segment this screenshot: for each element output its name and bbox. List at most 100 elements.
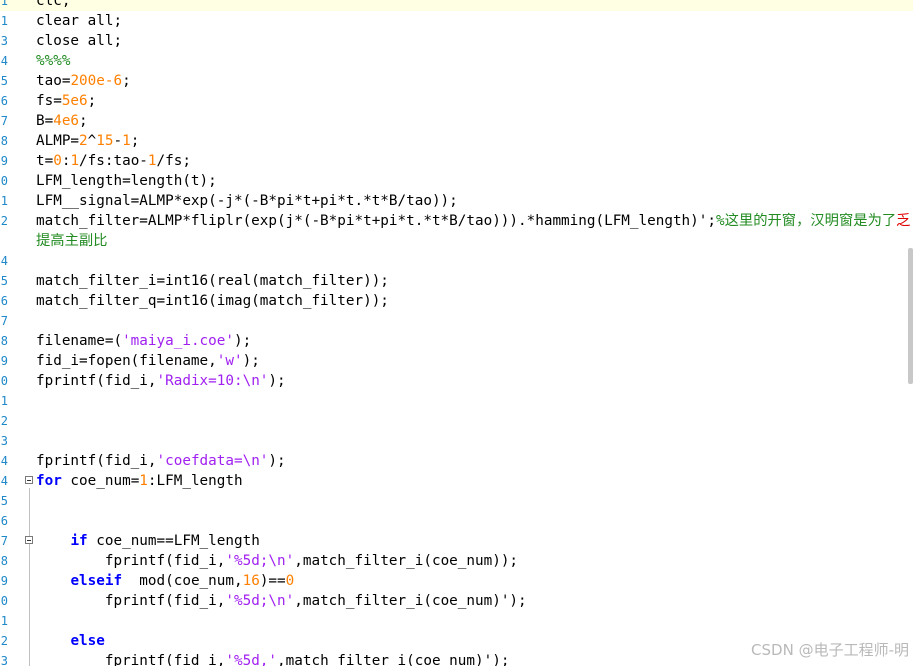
code-text: match_filter=ALMP*fliplr(exp(j*(-B*pi*t+… [36,211,910,231]
vertical-scrollbar[interactable] [907,0,913,666]
code-token: ; [87,93,97,109]
code-token: 1 [139,473,148,489]
line-number: 5 [0,74,8,88]
code-text: 提高主副比 [36,231,107,251]
code-text: fid_i=fopen(filename,'w'); [36,351,260,371]
fold-collapse-icon[interactable] [25,536,33,544]
code-text: fs=5e6; [36,91,96,111]
code-line[interactable]: 1 [0,391,913,411]
code-token: match_filter=ALMP*fliplr(exp(j*(-B*pi*t+… [36,213,716,229]
code-line[interactable]: 1 LFM__signal=ALMP*exp(-j*(-B*pi*t+pi*t.*… [0,191,913,211]
code-token: ,match_filter_i(coe_num)'); [294,593,527,609]
code-line[interactable]: 7 [0,311,913,331]
scrollbar-thumb[interactable] [908,248,913,384]
code-text: fprintf(fid_i,'Radix=10:\n'); [36,371,286,391]
line-number: 1 [0,14,8,28]
code-text: else [36,631,104,651]
code-token: 1 [122,133,131,149]
code-token: fprintf(fid_i, [36,593,226,609]
code-line[interactable]: 1 [0,611,913,631]
code-line[interactable]: 提高主副比 [0,231,913,251]
line-number: 5 [0,274,8,288]
code-line[interactable]: 0 fprintf(fid_i,'%5d;\n',match_filter_i(… [0,591,913,611]
code-token: LFM__signal=ALMP*exp(-j*(-B*pi*t+pi*t.*t… [36,193,458,209]
code-token: ,match_filter_i(coe_num)'); [277,653,510,666]
code-token: fprintf(fid_i, [36,653,226,666]
code-line[interactable]: 0 fprintf(fid_i,'Radix=10:\n'); [0,371,913,391]
line-number: 9 [0,154,8,168]
code-line[interactable]: 3 close all; [0,31,913,51]
code-line[interactable]: 4 fprintf(fid_i,'coefdata=\n'); [0,451,913,471]
code-line[interactable]: 4%%%% [0,51,913,71]
code-line[interactable]: 6 match_filter_q=int16(imag(match_filter)… [0,291,913,311]
code-token: fprintf(fid_i, [36,373,157,389]
line-number: 2 [0,634,8,648]
line-number: 3 [0,434,8,448]
code-line[interactable]: 9 elseif mod(coe_num,16)==0 [0,571,913,591]
fold-collapse-icon[interactable] [25,476,33,484]
code-line[interactable]: 2 match_filter=ALMP*fliplr(exp(j*(-B*pi*t… [0,211,913,231]
code-line[interactable]: 4 [0,251,913,271]
code-token: ; [122,73,131,89]
code-token: filename=( [36,333,123,349]
code-text: elseif mod(coe_num,16)==0 [36,571,294,591]
code-line[interactable]: 3 [0,431,913,451]
line-number: 4 [0,54,8,68]
code-line[interactable]: 1 clc; [0,0,913,11]
code-text: if coe_num==LFM_length [36,531,260,551]
code-editor[interactable]: 1 clc; 1 clear all; 3 close all; 4%%%% 5 tao=200… [0,0,913,666]
code-line[interactable]: 8 ALMP=2^15-1; [0,131,913,151]
code-token: 提高主副比 [36,233,108,249]
line-number: 2 [0,414,8,428]
code-line[interactable]: 6 [0,511,913,531]
code-token: B= [36,113,54,129]
code-line[interactable]: 9 fid_i=fopen(filename,'w'); [0,351,913,371]
code-text: fprintf(fid_i,'%5d,',match_filter_i(coe_… [36,651,510,666]
code-token: ; [79,113,88,129]
code-line[interactable]: 0 LFM_length=length(t); [0,171,913,191]
code-token: '%5d;\n' [225,593,295,609]
code-text: fprintf(fid_i,'coefdata=\n'); [36,451,286,471]
code-line[interactable]: 8 fprintf(fid_i,'%5d;\n',match_filter_i(… [0,551,913,571]
code-line[interactable]: 7 if coe_num==LFM_length [0,531,913,551]
code-line[interactable]: 6 fs=5e6; [0,91,913,111]
line-number: 4 [0,474,8,488]
line-number: 1 [0,614,8,628]
code-token: '%5d,' [225,653,278,666]
code-line[interactable]: 5 [0,491,913,511]
code-line[interactable]: 9 t=0:1/fs:tao-1/fs; [0,151,913,171]
code-token: 0 [285,573,295,589]
code-token: fs= [36,93,62,109]
code-text: LFM_length=length(t); [36,171,217,191]
line-number: 3 [0,654,8,666]
line-number: 7 [0,534,8,548]
code-token: 'maiya_i.coe' [122,333,234,349]
code-token: clc; [36,0,71,9]
code-token: - [113,133,123,149]
code-token: 200e-6 [70,73,123,89]
code-token: ,match_filter_i(coe_num)); [294,553,519,569]
code-text: match_filter_q=int16(imag(match_filter))… [36,291,389,311]
line-number: 1 [0,194,8,208]
code-line[interactable]: 2 [0,411,913,431]
code-token: match_filter_i=int16(real(match_filter))… [36,273,389,289]
code-line[interactable]: 7 B=4e6; [0,111,913,131]
code-token: '%5d;\n' [225,553,295,569]
code-token: 'coefdata=\n' [156,453,269,469]
code-token: 15 [96,133,114,149]
code-token: %%%% [36,53,71,69]
code-line[interactable]: 4 for coe_num=1:LFM_length [0,471,913,491]
code-token: t= [36,153,54,169]
code-token: 'Radix=10:\n' [156,373,269,389]
code-text: ALMP=2^15-1; [36,131,139,151]
line-number: 3 [0,34,8,48]
code-token: coe_num==LFM_length [87,533,260,549]
code-line[interactable]: 5 match_filter_i=int16(real(match_filter)… [0,271,913,291]
code-text: LFM__signal=ALMP*exp(-j*(-B*pi*t+pi*t.*t… [36,191,458,211]
code-line[interactable]: 8 filename=('maiya_i.coe'); [0,331,913,351]
code-token: 1 [147,153,157,169]
line-number: 9 [0,354,8,368]
code-token: ^ [87,133,97,149]
code-line[interactable]: 1 clear all; [0,11,913,31]
code-line[interactable]: 5 tao=200e-6; [0,71,913,91]
